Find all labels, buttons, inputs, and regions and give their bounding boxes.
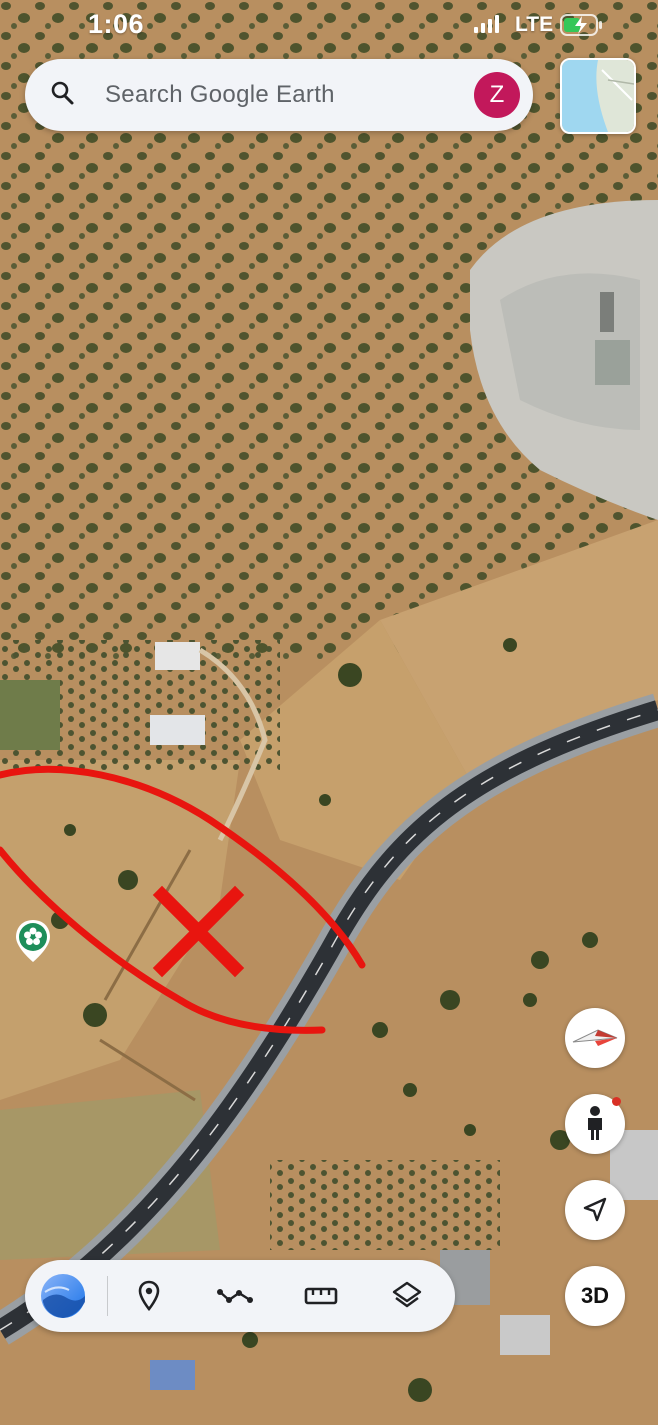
street-view-button[interactable] (565, 1094, 625, 1154)
compass-button[interactable] (565, 1008, 625, 1068)
my-location-button[interactable] (565, 1180, 625, 1240)
minimap-image (562, 60, 634, 132)
3d-toggle-button[interactable]: 3D (565, 1266, 625, 1326)
signal-icon (474, 15, 499, 33)
bottom-toolbar (25, 1260, 455, 1332)
satellite-map[interactable] (0, 0, 658, 1425)
path-icon[interactable] (211, 1272, 259, 1320)
status-time: 1:06 (88, 9, 145, 39)
compass-icon (572, 1029, 618, 1046)
notification-dot (612, 1097, 621, 1106)
battery-icon (560, 14, 602, 36)
ruler-icon[interactable] (297, 1272, 345, 1320)
network-type: LTE (515, 13, 554, 36)
search-placeholder[interactable]: Search Google Earth (105, 81, 335, 109)
place-pin-icon[interactable] (14, 918, 52, 964)
toolbar-divider (107, 1276, 108, 1316)
minimap-thumbnail[interactable] (560, 58, 636, 134)
account-avatar[interactable]: Z (474, 72, 520, 118)
status-bar: 1:06 LTE (0, 0, 658, 50)
navigation-arrow-icon (583, 1197, 607, 1222)
earth-logo-icon[interactable] (39, 1272, 87, 1320)
layers-icon[interactable] (383, 1272, 431, 1320)
search-bar[interactable]: Search Google Earth Z (25, 59, 533, 131)
place-marker-icon[interactable] (125, 1272, 173, 1320)
search-icon[interactable] (51, 81, 75, 107)
